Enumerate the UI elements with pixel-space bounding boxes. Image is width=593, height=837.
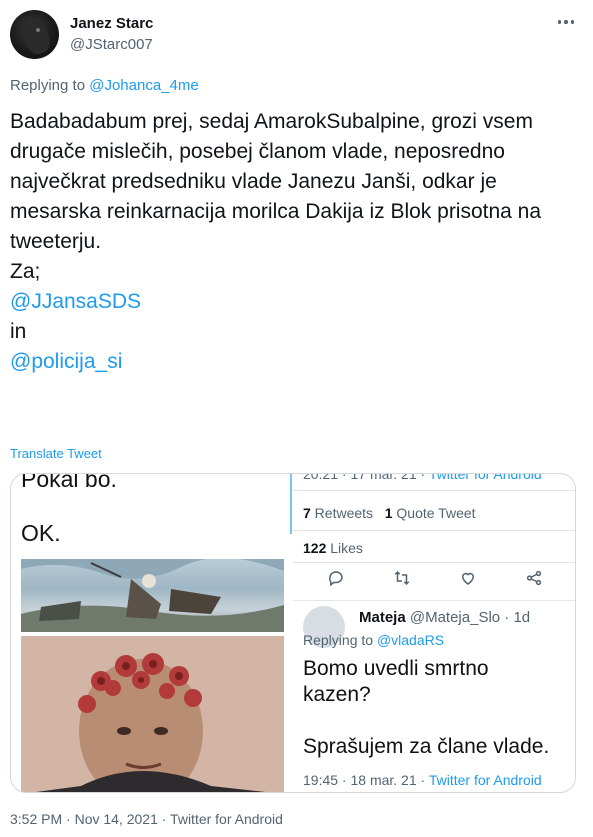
reply-footer-time: 19:45 · 18 mar. 21 · xyxy=(303,772,429,788)
reply-replying-line: Replying to @vladaRS xyxy=(303,632,444,648)
screenshot-tweet-panel: 20:21 · 17 mar. 21 · Twitter for Android… xyxy=(293,473,575,792)
reply-replying-prefix: Replying to xyxy=(303,632,377,648)
reply-text-line-2: kazen? xyxy=(303,683,371,706)
quotes-label: Quote Tweet xyxy=(392,505,476,521)
reply-icon xyxy=(324,569,348,592)
quotes-count: 1 xyxy=(384,505,393,521)
horse-eye xyxy=(36,28,40,32)
attached-image[interactable]: Pokal bo. OK. 20:21 · 17 mar. 21 · Twitt… xyxy=(10,473,576,793)
tweet-paragraph-3: in xyxy=(10,320,27,343)
author-name[interactable]: Janez Starc xyxy=(70,15,153,32)
tweet: Janez Starc @JStarc007 Replying to @Joha… xyxy=(0,0,593,837)
translate-tweet-link[interactable]: Translate Tweet xyxy=(10,446,102,461)
reply-author-name: Mateja xyxy=(359,609,406,626)
likes-label: Likes xyxy=(326,540,363,556)
reply-footer: 19:45 · 18 mar. 21 · Twitter for Android xyxy=(303,772,542,788)
author-avatar[interactable] xyxy=(10,10,59,59)
reply-author: Mateja @Mateja_Slo · 1d xyxy=(359,609,530,626)
reply-replying-to: @vladaRS xyxy=(376,632,445,648)
divider xyxy=(293,600,575,601)
retweets-label: Retweets xyxy=(310,505,374,521)
divider xyxy=(293,530,575,531)
portrait-illustration xyxy=(21,636,284,792)
mention-jjansasds[interactable]: @JJansaSDS xyxy=(10,287,585,317)
mention-policija-si[interactable]: @policija_si xyxy=(10,347,585,377)
screenshot-meta-top: 20:21 · 17 mar. 21 · Twitter for Android xyxy=(303,473,542,482)
screenshot-meta-time: 20:21 · 17 mar. 21 · xyxy=(303,473,429,482)
likes-count: 122 xyxy=(303,540,327,556)
author-handle[interactable]: @JStarc007 xyxy=(70,36,153,53)
heart-icon xyxy=(456,569,480,592)
divider xyxy=(293,562,575,563)
retweet-icon xyxy=(390,569,414,592)
divider xyxy=(293,490,575,491)
reply-author-handle: @Mateja_Slo · 1d xyxy=(405,609,531,626)
image-text-pokal: Pokal bo. xyxy=(21,473,117,492)
painting-illustration xyxy=(21,559,284,632)
painting-image xyxy=(21,559,284,632)
tweet-paragraph-1: Badabadabum prej, sedaj AmarokSubalpine,… xyxy=(10,110,542,253)
likes-stat: 122 Likes xyxy=(303,540,363,556)
quoted-thread-line xyxy=(290,474,292,534)
tweet-paragraph-2: Za; xyxy=(10,260,41,283)
tweet-body: Badabadabum prej, sedaj AmarokSubalpine,… xyxy=(10,107,585,377)
share-icon xyxy=(522,569,546,592)
reply-footer-app: Twitter for Android xyxy=(428,772,542,788)
more-horizontal-icon[interactable] xyxy=(555,12,577,32)
replying-to-line: Replying to @Johanca_4me xyxy=(10,77,199,94)
replying-to-prefix: Replying to xyxy=(10,77,90,94)
retweets-count: 7 xyxy=(303,505,311,521)
horse-silhouette xyxy=(19,15,53,57)
tweet-timestamp[interactable]: 3:52 PM · Nov 14, 2021 · Twitter for And… xyxy=(10,811,283,827)
replying-to-link[interactable]: @Johanca_4me xyxy=(89,77,198,94)
portrait-photo xyxy=(21,636,284,792)
retweets-stat: 7 Retweets 1 Quote Tweet xyxy=(303,505,476,521)
reply-text-line-3: Sprašujem za člane vlade. xyxy=(303,735,550,758)
reply-text-line-1: Bomo uvedli smrtno xyxy=(303,657,489,680)
screenshot-meta-app: Twitter for Android xyxy=(428,473,542,482)
screenshot-action-bar xyxy=(293,569,575,592)
reply-text: Bomo uvedli smrtno kazen? Sprašujem za č… xyxy=(303,656,573,760)
image-text-ok: OK. xyxy=(21,520,61,546)
